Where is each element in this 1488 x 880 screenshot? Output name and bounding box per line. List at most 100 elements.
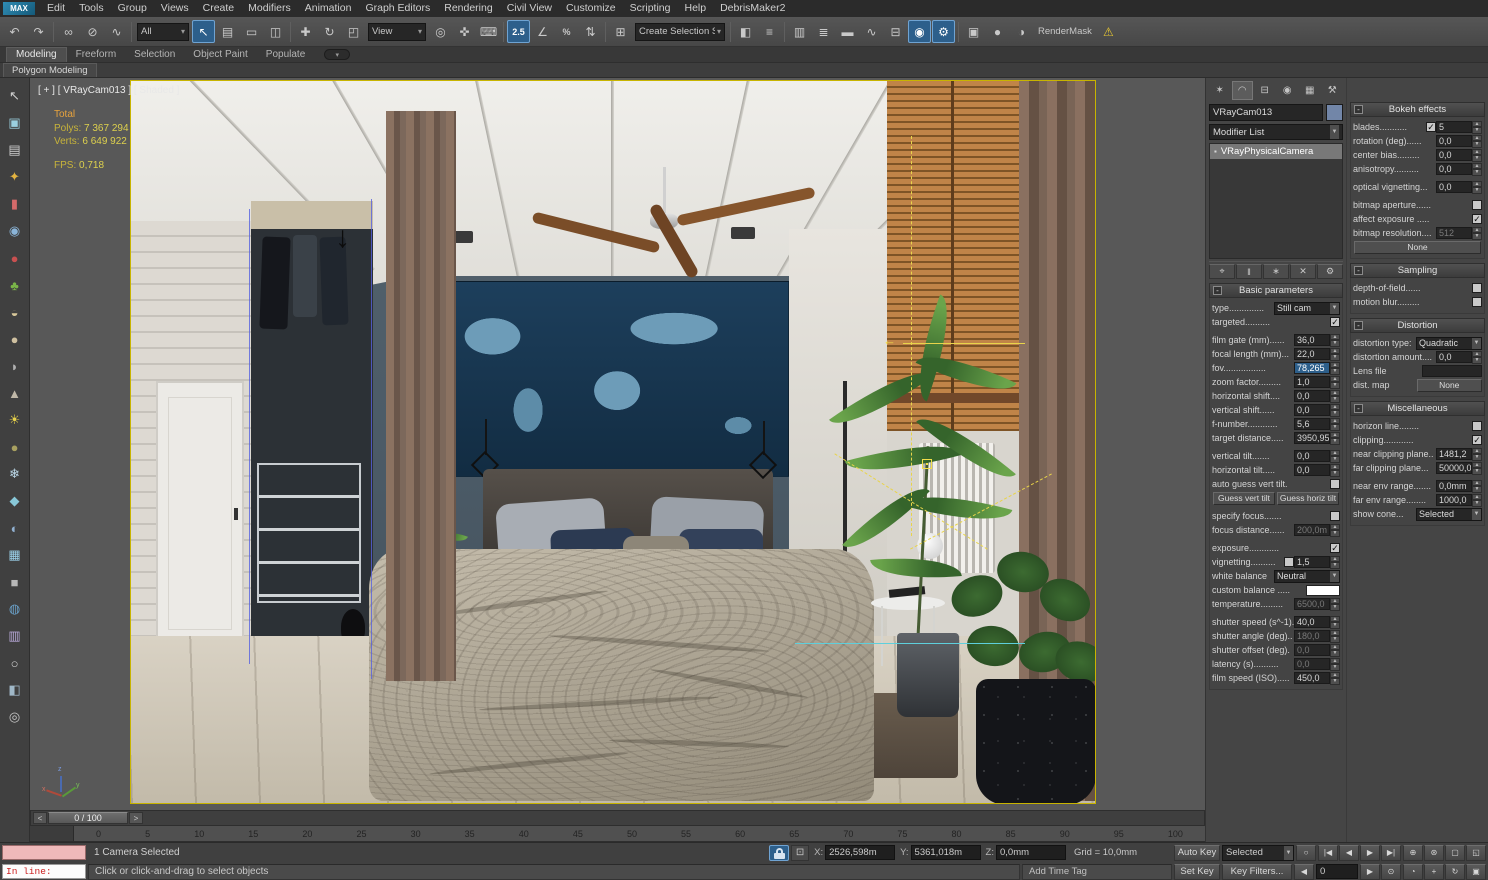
spinner[interactable]: ▲▼ — [1472, 351, 1482, 364]
pin-stack-icon[interactable]: ⌖ — [1209, 264, 1235, 279]
guess-horiz-tilt-button[interactable]: Guess horiz tilt — [1277, 492, 1339, 505]
spinner[interactable]: ▲▼ — [1330, 616, 1340, 629]
param-field[interactable]: 200,0m — [1294, 524, 1330, 536]
menu-item-edit[interactable]: Edit — [40, 0, 72, 17]
spinner[interactable]: ▲▼ — [1330, 524, 1340, 537]
selection-lock-toggle[interactable] — [769, 845, 789, 861]
show-cone-dropdown[interactable]: Selected▼ — [1416, 508, 1482, 521]
type-dropdown[interactable]: Still cam▼ — [1274, 302, 1340, 315]
spinner-down-icon[interactable]: ▼ — [1330, 604, 1340, 611]
spinner-down-icon[interactable]: ▼ — [1472, 127, 1482, 134]
auto-key-button[interactable]: Auto Key — [1174, 845, 1220, 861]
render-iterative-icon[interactable]: ◑ — [1010, 20, 1033, 43]
param-field[interactable]: 0,0 — [1294, 390, 1330, 402]
select-and-scale-icon[interactable]: ◰ — [342, 20, 365, 43]
menu-item-civil-view[interactable]: Civil View — [500, 0, 559, 17]
spinner[interactable]: ▲▼ — [1472, 227, 1482, 240]
tool-dome-icon[interactable]: ◒ — [2, 299, 28, 325]
edit-named-selection-sets-icon[interactable]: ⊞ — [609, 20, 632, 43]
tool-display-icon[interactable]: ▣ — [2, 110, 28, 136]
param-field[interactable]: 0,0 — [1294, 450, 1330, 462]
pan-button[interactable]: + — [1424, 864, 1444, 880]
param-field[interactable]: 512 — [1436, 227, 1472, 239]
field-of-view-button[interactable]: ◔ — [1403, 864, 1423, 880]
color-swatch[interactable] — [1306, 585, 1340, 596]
maxscript-mini-listener[interactable]: In line: — [2, 864, 86, 879]
tab-freeform[interactable]: Freeform — [67, 48, 126, 62]
tool-target-icon[interactable]: ◎ — [2, 704, 28, 730]
tool-grid-icon[interactable]: ▦ — [2, 542, 28, 568]
tool-key-icon[interactable]: ✦ — [2, 164, 28, 190]
param-field[interactable]: 1,0 — [1294, 376, 1330, 388]
key-mode-toggle-button[interactable]: ⊙ — [1381, 864, 1401, 880]
spinner-down-icon[interactable]: ▼ — [1330, 636, 1340, 643]
menu-item-customize[interactable]: Customize — [559, 0, 623, 17]
checkbox[interactable] — [1472, 297, 1482, 307]
spinner[interactable]: ▲▼ — [1472, 181, 1482, 194]
menu-item-animation[interactable]: Animation — [298, 0, 359, 17]
param-field[interactable]: 450,0 — [1294, 672, 1330, 684]
param-field[interactable]: 0,0 — [1294, 404, 1330, 416]
stack-item-vrayphysicalcamera[interactable]: ▪ VRayPhysicalCamera — [1210, 144, 1342, 159]
viewport-canvas[interactable]: ↓ ← — [130, 80, 1096, 804]
spinner-down-icon[interactable]: ▼ — [1330, 354, 1340, 361]
spinner[interactable]: ▲▼ — [1472, 135, 1482, 148]
command-tab-hierarchy[interactable]: ⊟ — [1254, 81, 1276, 100]
select-object-icon[interactable]: ↖ — [192, 20, 215, 43]
show-end-result-icon[interactable]: ‖ — [1236, 264, 1262, 279]
remove-modifier-icon[interactable]: ✕ — [1290, 264, 1316, 279]
tool-notes-icon[interactable]: ▤ — [2, 137, 28, 163]
select-and-link-icon[interactable]: ∞ — [57, 20, 80, 43]
coordinate-y-field[interactable]: 5361,018m — [911, 845, 981, 860]
spinner[interactable]: ▲▼ — [1330, 376, 1340, 389]
spinner[interactable]: ▲▼ — [1472, 163, 1482, 176]
tool-sphere-olive-icon[interactable]: ● — [2, 434, 28, 460]
viewport-label[interactable]: [ + ] [ VRayCam013 ] [ Shaded ] — [38, 85, 179, 96]
bind-to-space-warp-icon[interactable]: ∿ — [105, 20, 128, 43]
none-button[interactable]: None — [1354, 241, 1481, 254]
add-time-tag[interactable]: Add Time Tag — [1022, 864, 1172, 880]
tool-globe-icon[interactable]: ◍ — [2, 596, 28, 622]
spinner-down-icon[interactable]: ▼ — [1472, 486, 1482, 493]
coordinate-x-field[interactable]: 2526,598m — [825, 845, 895, 860]
object-name-field[interactable]: VRayCam013 — [1209, 104, 1323, 121]
tool-gear-icon[interactable]: ◉ — [2, 218, 28, 244]
make-unique-icon[interactable]: ∗ — [1263, 264, 1289, 279]
select-and-rotate-icon[interactable]: ↻ — [318, 20, 341, 43]
menu-item-debrismaker2[interactable]: DebrisMaker2 — [713, 0, 792, 17]
rollout-header[interactable]: Sampling- — [1350, 263, 1485, 278]
param-field[interactable]: 0,0 — [1436, 351, 1472, 363]
spinner[interactable]: ▲▼ — [1330, 404, 1340, 417]
spinner[interactable]: ▲▼ — [1330, 644, 1340, 657]
tool-cone-icon[interactable]: ▲ — [2, 380, 28, 406]
param-field[interactable]: 1000,0 — [1436, 494, 1472, 506]
checkbox[interactable] — [1472, 200, 1482, 210]
maxscript-mini-listener-top[interactable] — [2, 845, 86, 860]
material-editor-icon[interactable]: ◉ — [908, 20, 931, 43]
spinner-down-icon[interactable]: ▼ — [1330, 382, 1340, 389]
keyboard-shortcut-override-icon[interactable]: ⌨ — [477, 20, 500, 43]
spinner[interactable]: ▲▼ — [1472, 494, 1482, 507]
align-icon[interactable]: ≡ — [758, 20, 781, 43]
previous-key-button[interactable]: ◀ — [1294, 864, 1314, 880]
spinner-down-icon[interactable]: ▼ — [1330, 438, 1340, 445]
rendered-frame-window-icon[interactable]: ▣ — [962, 20, 985, 43]
mirror-icon[interactable]: ◧ — [734, 20, 757, 43]
param-field[interactable]: 6500,0 — [1294, 598, 1330, 610]
spinner-down-icon[interactable]: ▼ — [1330, 622, 1340, 629]
param-field[interactable]: 0,0 — [1294, 464, 1330, 476]
go-to-start-button[interactable]: |◀ — [1318, 845, 1338, 861]
spinner[interactable]: ▲▼ — [1472, 448, 1482, 461]
command-tab-motion[interactable]: ◉ — [1277, 81, 1299, 100]
menu-item-help[interactable]: Help — [677, 0, 713, 17]
spinner-down-icon[interactable]: ▼ — [1330, 562, 1340, 569]
menu-item-group[interactable]: Group — [111, 0, 154, 17]
param-field[interactable]: 0,0 — [1294, 644, 1330, 656]
tool-capsule-icon[interactable]: ▮ — [2, 191, 28, 217]
spinner[interactable]: ▲▼ — [1330, 334, 1340, 347]
spinner-down-icon[interactable]: ▼ — [1330, 470, 1340, 477]
command-tab-create[interactable]: ✶ — [1209, 81, 1231, 100]
param-field[interactable]: 0,0 — [1436, 149, 1472, 161]
spinner[interactable]: ▲▼ — [1472, 121, 1482, 134]
dist-map-button[interactable]: None — [1417, 379, 1483, 392]
